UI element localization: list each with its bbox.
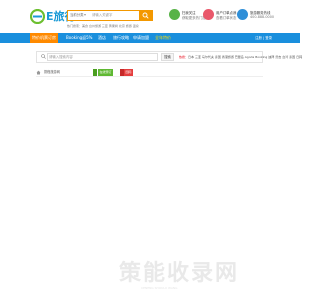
nav-item-join[interactable]: 申请加盟: [133, 33, 149, 43]
phone-icon: [237, 9, 248, 20]
badge-hotline[interactable]: 旅游服务热线 400-888-0000: [237, 9, 285, 25]
hot-tags[interactable]: 热搜：日本 三亚 马尔代夫 泰国 香港旅游 巴厘岛 Agoda Booking …: [179, 52, 302, 62]
search-icon: [142, 12, 149, 19]
badge-sub: 查看订单状态: [216, 16, 237, 20]
tag-international[interactable]: 国际: [124, 69, 134, 76]
site-search-placeholder: 请输入搜索内容: [49, 55, 73, 59]
badge-sub: 400-888-0000: [250, 15, 275, 19]
watermark-subtext: CENENG SHOULU WANG: [141, 286, 178, 290]
tag-online-booking[interactable]: 在线预订: [98, 69, 114, 76]
watermark-text: 策能收录网: [119, 261, 240, 286]
order-icon: [203, 9, 214, 20]
login-register-link[interactable]: 注册 | 登录: [255, 33, 272, 43]
nav-item-flights[interactable]: 特价机票订房: [30, 33, 58, 43]
nav-item-guide[interactable]: 旅行攻略: [113, 33, 129, 43]
nav-item-booking[interactable]: Booking返5%: [66, 33, 93, 43]
hot-tags-label: 热搜：: [179, 55, 189, 59]
page: E旅行 当前分类 请输入关键字 热门搜索：美食 台州旅游 三亚 黄果树 北京 旅…: [0, 0, 302, 300]
search-icon: [41, 54, 46, 59]
nav-item-special[interactable]: 全年特价: [155, 33, 171, 43]
top-search-input[interactable]: 请输入关键字: [92, 11, 112, 20]
main-nav: 特价机票订房 Booking返5% 酒店 旅行攻略 申请加盟 全年特价 注册 |…: [0, 33, 300, 43]
top-search-box: 当前分类 请输入关键字: [67, 10, 153, 21]
logo-icon: [30, 9, 45, 24]
home-icon[interactable]: [36, 70, 41, 75]
site-search-row: 请输入搜索内容 搜索 热搜：日本 三亚 马尔代夫 泰国 香港旅游 巴厘岛 Ago…: [36, 51, 302, 63]
nav-item-hotel[interactable]: 酒店: [98, 33, 106, 43]
site-search-button[interactable]: 搜索: [161, 53, 174, 61]
hot-search-links[interactable]: 热门搜索：美食 台州旅游 三亚 黄果树 北京 旅游 温泉: [67, 24, 139, 28]
hot-tags-list[interactable]: 日本 三亚 马尔代夫 泰国 香港旅游 巴厘岛 Agoda Booking 迪拜 …: [188, 55, 302, 59]
breadcrumb: 携程旅游网 在线预订 国际: [36, 69, 263, 77]
search-scope-select[interactable]: 当前分类: [70, 11, 84, 20]
watermark: 策能收录网 CENENG SHOULU WANG: [119, 262, 273, 292]
tag-icon-green: [93, 69, 97, 76]
top-search-button[interactable]: [139, 10, 153, 21]
header: E旅行 当前分类 请输入关键字 热门搜索：美食 台州旅游 三亚 黄果树 北京 旅…: [0, 0, 300, 33]
chevron-down-icon: [84, 14, 86, 16]
breadcrumb-text[interactable]: 携程旅游网: [44, 69, 60, 76]
wechat-icon: [169, 9, 180, 20]
